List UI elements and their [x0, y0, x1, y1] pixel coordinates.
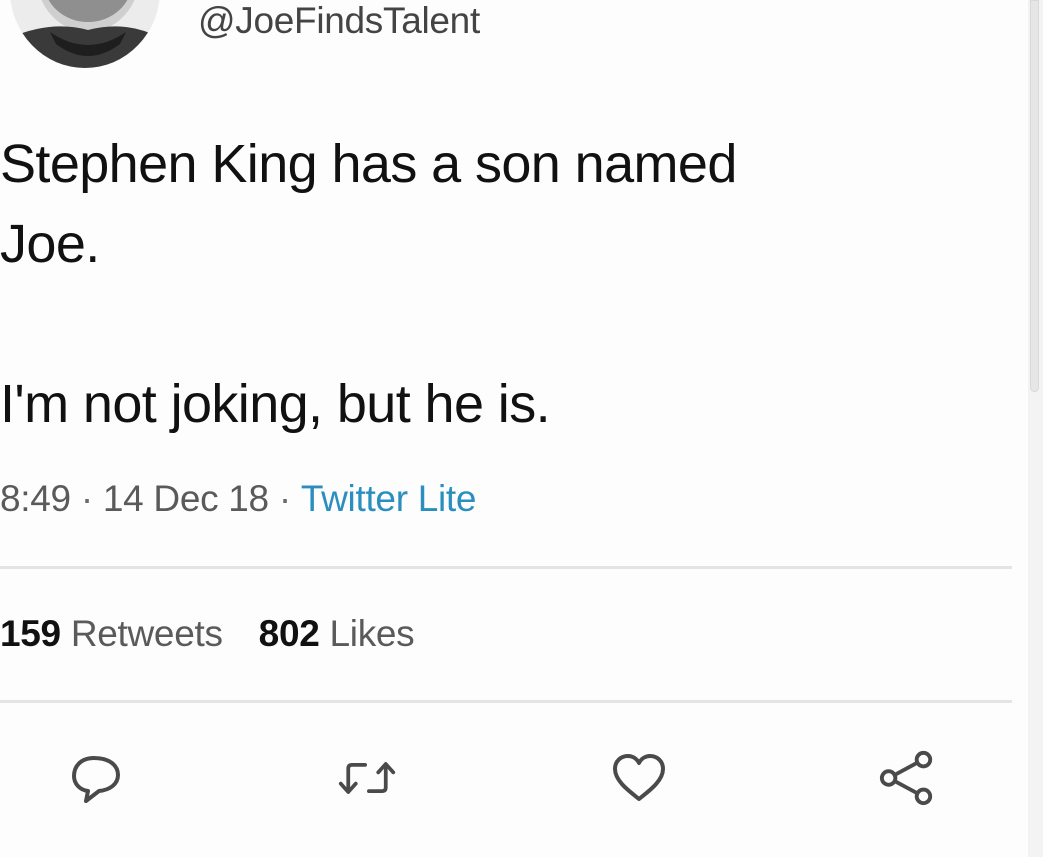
heart-icon [613, 754, 665, 801]
tweet-text-line-1: Stephen King has a son named [0, 134, 737, 194]
retweet-button[interactable] [337, 748, 397, 808]
tweet-metadata: 8:49 · 14 Dec 18 · Twitter Lite [0, 478, 476, 520]
likes-count: 802 [258, 613, 320, 654]
retweet-icon [338, 762, 396, 794]
avatar-image [10, 0, 160, 68]
tweet-text-line-2: Joe. [0, 214, 100, 274]
reply-icon [72, 756, 120, 803]
share-button[interactable] [877, 748, 937, 808]
tweet-card: @JoeFindsTalent Stephen King has a son n… [0, 0, 1028, 857]
share-icon [879, 750, 933, 806]
like-button[interactable] [609, 748, 669, 808]
likes-stat[interactable]: 802 Likes [259, 613, 415, 655]
tweet-text-line-3: I'm not joking, but he is. [0, 374, 551, 434]
tweet-source-link[interactable]: Twitter Lite [301, 478, 477, 519]
avatar[interactable] [10, 0, 160, 68]
retweets-label: Retweets [70, 613, 223, 654]
separator: · [278, 478, 291, 519]
divider [0, 700, 1012, 703]
divider [0, 566, 1012, 569]
tweet-date: 14 Dec 18 [102, 478, 269, 519]
likes-label: Likes [329, 613, 415, 654]
user-handle[interactable]: @JoeFindsTalent [198, 0, 480, 42]
tweet-text: Stephen King has a son named Joe. I'm no… [0, 124, 1010, 444]
retweets-count: 159 [0, 613, 61, 654]
tweet-time: 8:49 [0, 478, 71, 519]
reply-button[interactable] [66, 748, 126, 808]
scrollbar[interactable] [1030, 0, 1039, 392]
tweet-stats: 159 Retweets 802 Likes [0, 613, 415, 655]
separator: · [80, 478, 93, 519]
retweets-stat[interactable]: 159 Retweets [0, 613, 223, 655]
